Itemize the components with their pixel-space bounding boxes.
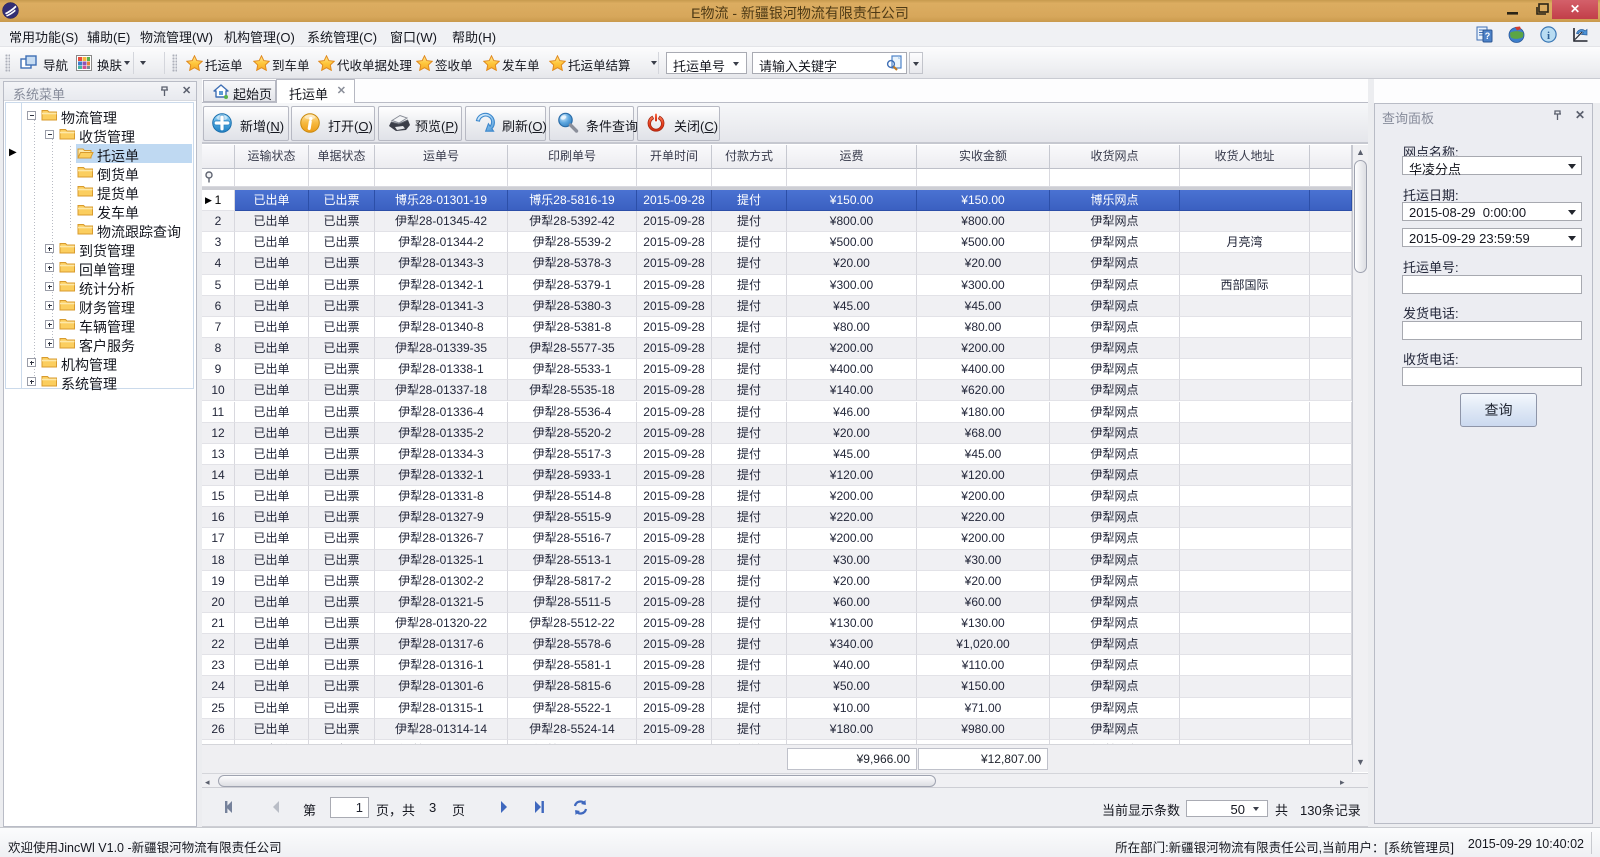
svg-text:?: ? [1485,31,1491,41]
svg-text:i: i [1547,30,1550,42]
